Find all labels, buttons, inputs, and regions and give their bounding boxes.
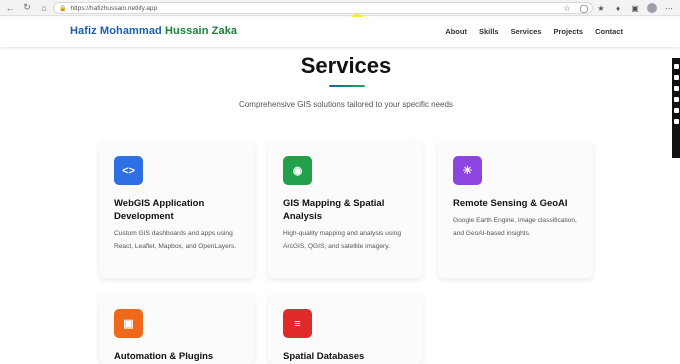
brand-second: Hussain Zaka	[165, 25, 238, 37]
url-text: https://hafizhussain.netlify.app	[70, 4, 158, 12]
copilot-icon[interactable]: ♦	[613, 4, 623, 13]
nav-services[interactable]: Services	[511, 27, 542, 36]
home-icon[interactable]: ⌂	[37, 1, 51, 15]
nav-contact[interactable]: Contact	[595, 27, 623, 36]
collections-icon[interactable]: ▣	[630, 4, 640, 13]
refresh-icon[interactable]: ↻	[20, 1, 34, 15]
profile-avatar[interactable]	[647, 3, 657, 13]
card-description: High-quality mapping and analysis using …	[283, 230, 402, 250]
lock-icon: 🔒	[59, 5, 67, 12]
service-card-spatial-db[interactable]: ≡ Spatial Databases	[268, 294, 423, 364]
card-description: Google Earth Engine, image classificatio…	[453, 217, 577, 237]
site-header: Hafiz Mohammad Hussain Zaka About Skills…	[0, 17, 680, 47]
nav-skills[interactable]: Skills	[479, 27, 499, 36]
back-icon[interactable]: ←	[3, 1, 17, 15]
card-title: GIS Mapping & Spatial Analysis	[283, 198, 385, 222]
database-icon: ≡	[283, 309, 312, 338]
map-pin-icon: ◉	[283, 156, 312, 185]
card-title: Remote Sensing & GeoAI	[453, 198, 568, 209]
title-underline	[329, 85, 365, 87]
favorites-list-icon[interactable]: ★	[596, 4, 606, 13]
browser-actions: ☆ ◯ ★ ♦ ▣ ⋯	[562, 2, 674, 14]
card-title: WebGIS Application Development	[114, 198, 205, 222]
code-icon: <>	[114, 156, 143, 185]
more-icon[interactable]: ⋯	[664, 4, 674, 13]
favorite-icon[interactable]: ☆	[562, 4, 572, 13]
service-card-automation[interactable]: ▣ Automation & Plugins	[99, 294, 254, 364]
page-subtitle: Comprehensive GIS solutions tailored to …	[239, 100, 453, 109]
nav-about[interactable]: About	[445, 27, 467, 36]
extension-icon[interactable]: ◯	[579, 4, 589, 13]
service-card-webgis[interactable]: <> WebGIS Application Development Custom…	[99, 141, 254, 278]
main-nav: About Skills Services Projects Contact	[445, 27, 623, 36]
brand-first: Hafiz Mohammad	[70, 25, 166, 37]
cpu-icon: ▣	[114, 309, 143, 338]
service-card-remote-sensing[interactable]: ✳ Remote Sensing & GeoAI Google Earth En…	[438, 141, 593, 278]
service-card-gis-mapping[interactable]: ◉ GIS Mapping & Spatial Analysis High-qu…	[268, 141, 423, 278]
satellite-icon: ✳	[453, 156, 482, 185]
address-bar[interactable]: 🔒 https://hafizhussain.netlify.app	[53, 2, 593, 14]
browser-toolbar: ← ↻ ⌂ 🔒 https://hafizhussain.netlify.app…	[0, 0, 680, 16]
page-title: Services	[300, 53, 392, 78]
card-description: Custom GIS dashboards and apps using Rea…	[114, 230, 237, 250]
brand-logo[interactable]: Hafiz Mohammad Hussain Zaka	[70, 25, 237, 37]
nav-projects[interactable]: Projects	[553, 27, 583, 36]
